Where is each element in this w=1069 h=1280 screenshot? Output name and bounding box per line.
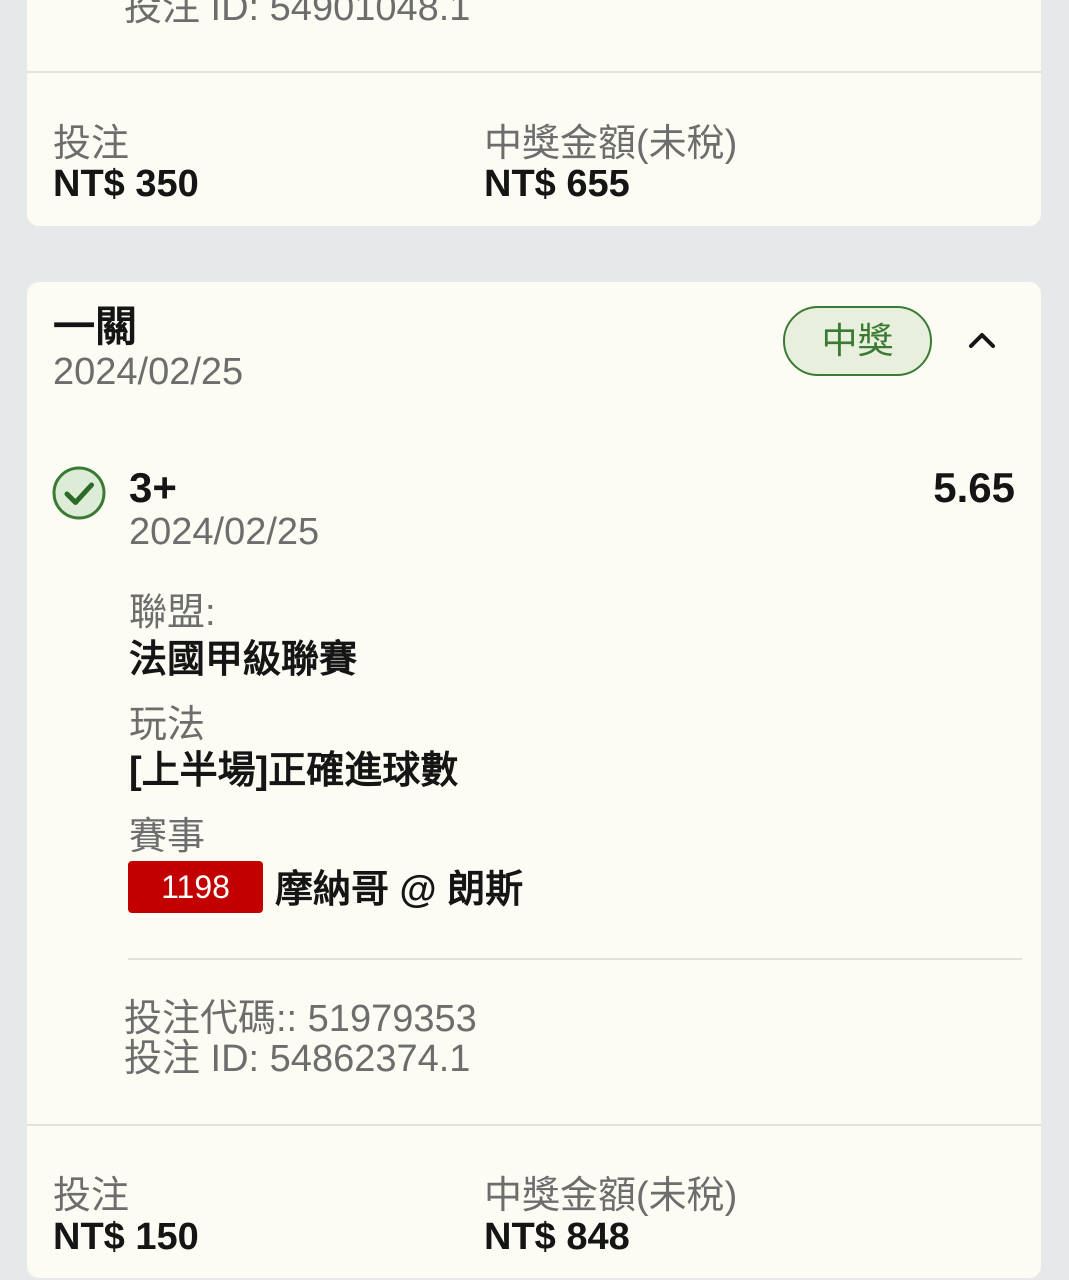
market-label: 玩法 xyxy=(129,704,206,746)
summary-divider xyxy=(27,1124,1041,1126)
selection-pick: 3+ xyxy=(129,464,177,511)
selection-date: 2024/02/25 xyxy=(129,511,320,553)
previous-bet-card: 投注 ID: 54901048.1 投注 NT$ 350 中獎金額(未稅) NT… xyxy=(27,0,1041,226)
bet-id: 投注 ID: 54901048.1 xyxy=(124,0,471,29)
selection-divider xyxy=(128,958,1022,960)
chevron-up-icon[interactable] xyxy=(962,320,1002,360)
league-label: 聯盟: xyxy=(129,592,216,634)
event-label: 賽事 xyxy=(129,816,206,858)
bet-date: 2024/02/25 xyxy=(53,351,244,393)
stake-label: 投注 xyxy=(53,1175,130,1217)
divider xyxy=(27,71,1041,73)
bet-card: 一關 2024/02/25 中獎 3+ 5.65 2024/02/25 聯盟: … xyxy=(27,282,1041,1278)
stake-value: NT$ 350 xyxy=(53,163,199,205)
check-circle-icon xyxy=(52,466,106,520)
event-name: 摩納哥 @ 朗斯 xyxy=(275,869,524,911)
bet-id: 投注 ID: 54862374.1 xyxy=(124,1038,471,1080)
stake-value: NT$ 150 xyxy=(53,1216,199,1258)
bet-code: 投注代碼:: 51979353 xyxy=(124,998,477,1040)
stake-label: 投注 xyxy=(53,123,130,165)
payout-label: 中獎金額(未稅) xyxy=(484,123,738,165)
bet-type-title: 一關 xyxy=(53,303,138,350)
payout-value: NT$ 848 xyxy=(484,1216,630,1258)
market-value: [上半場]正確進球數 xyxy=(129,750,459,792)
payout-value: NT$ 655 xyxy=(484,163,630,205)
selection-odds: 5.65 xyxy=(933,464,1015,511)
payout-label: 中獎金額(未稅) xyxy=(484,1175,738,1217)
event-code-badge: 1198 xyxy=(128,861,263,913)
bet-history-page: 投注 ID: 54901048.1 投注 NT$ 350 中獎金額(未稅) NT… xyxy=(0,0,1069,1280)
league-value: 法國甲級聯賽 xyxy=(129,639,358,681)
status-badge: 中獎 xyxy=(783,306,932,376)
